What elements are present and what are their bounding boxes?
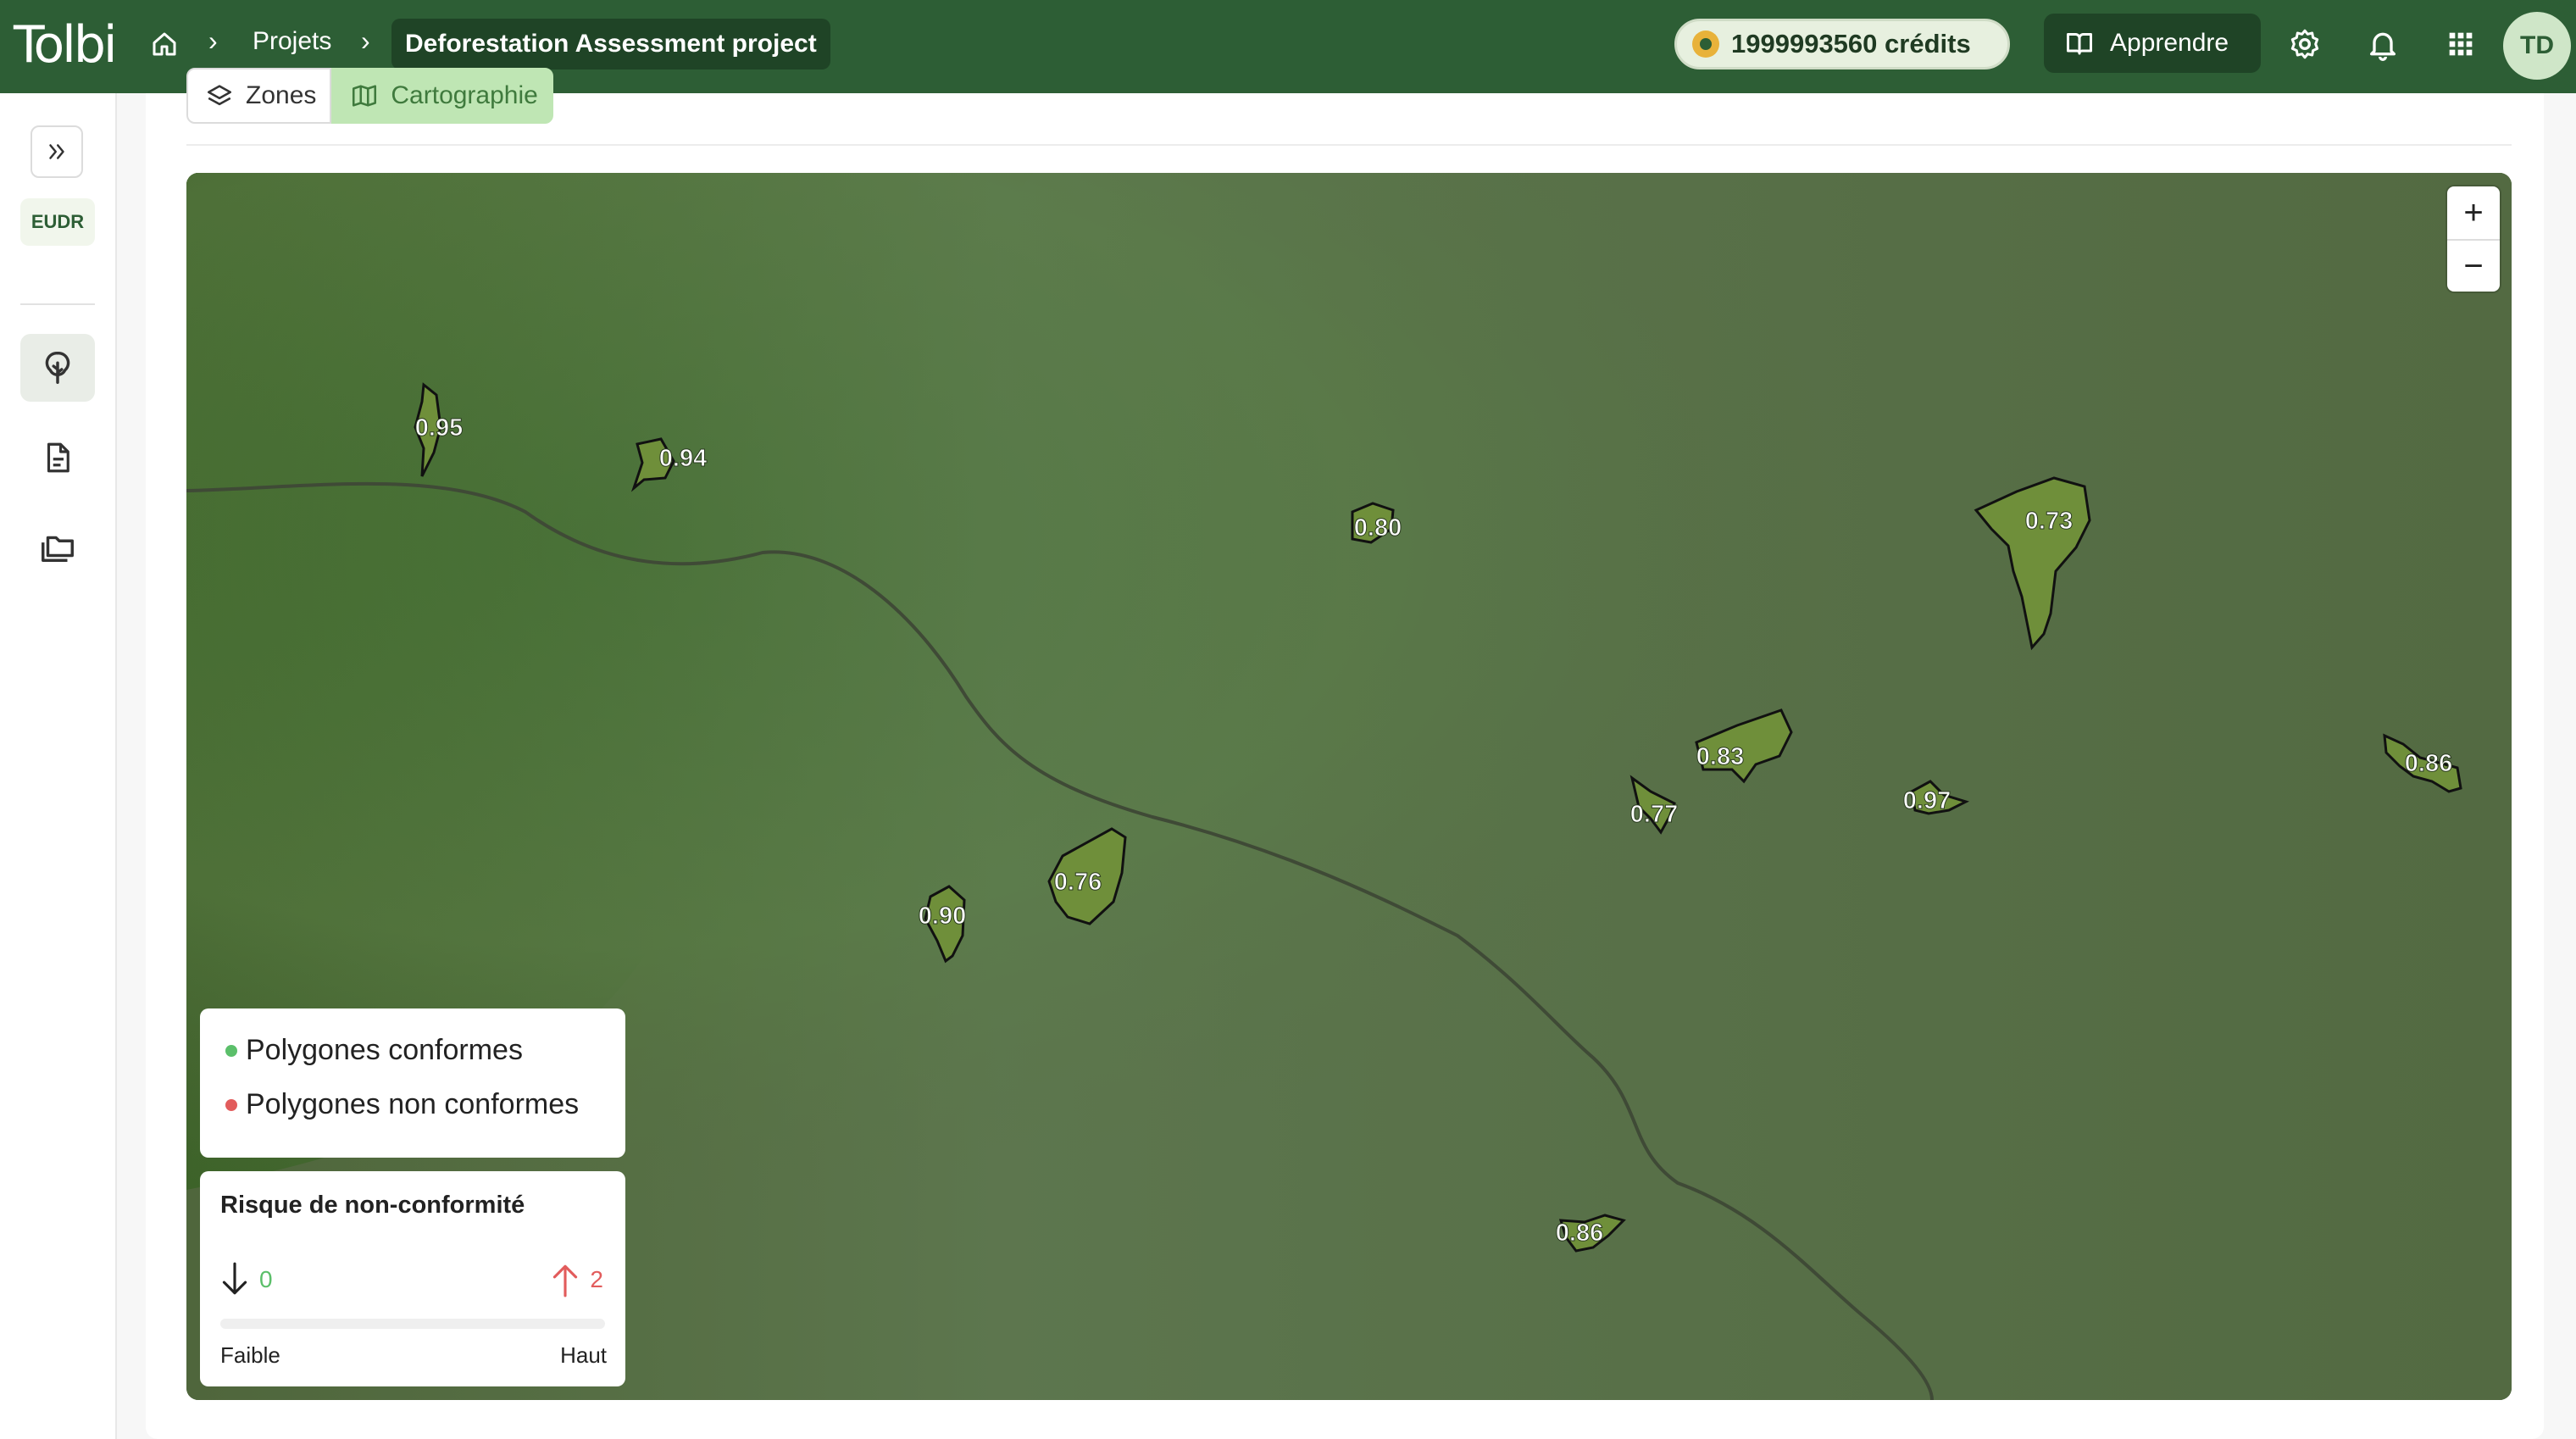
polygon-score-label: 0.77 bbox=[1630, 801, 1678, 828]
risk-low-label: Faible bbox=[220, 1342, 280, 1368]
polygon-score-label: 0.80 bbox=[1354, 514, 1402, 542]
map-legend: Polygones conformes Polygones non confor… bbox=[200, 1008, 625, 1158]
legend-item-non-conformes: Polygones non conformes bbox=[225, 1088, 579, 1121]
legend-label: Polygones conformes bbox=[246, 1034, 523, 1066]
document-icon bbox=[47, 442, 69, 473]
tree-icon bbox=[45, 352, 70, 384]
risk-scale-bar bbox=[220, 1319, 605, 1329]
sidebar-item-tree[interactable] bbox=[20, 334, 95, 402]
tab-zones[interactable]: Zones bbox=[186, 68, 332, 124]
book-open-icon bbox=[2067, 33, 2092, 55]
risk-title: Risque de non-conformité bbox=[220, 1192, 525, 1219]
legend-item-conformes: Polygones conformes bbox=[225, 1034, 523, 1067]
panel-divider bbox=[186, 144, 2512, 146]
breadcrumb-current-project[interactable]: Deforestation Assessment project bbox=[391, 19, 830, 69]
risk-high-value: 2 bbox=[590, 1266, 603, 1292]
polygon-score-label: 0.73 bbox=[2025, 508, 2073, 535]
risk-panel: Risque de non-conformité 0 2 Faible Haut bbox=[200, 1171, 625, 1386]
breadcrumb-projets[interactable]: Projets bbox=[253, 27, 331, 56]
chevron-right-icon: › bbox=[208, 25, 218, 56]
polygon-score-label: 0.90 bbox=[919, 903, 966, 930]
risk-low-value: 0 bbox=[259, 1266, 273, 1292]
chevron-right-icon: › bbox=[361, 25, 370, 56]
coin-icon bbox=[1692, 31, 1719, 58]
sidebar-divider bbox=[20, 303, 95, 305]
risk-high-indicator: 2 bbox=[549, 1261, 603, 1298]
expand-sidebar-button[interactable] bbox=[31, 125, 83, 178]
red-dot-icon bbox=[225, 1098, 237, 1111]
sidebar-item-document[interactable] bbox=[20, 424, 95, 492]
credits-text: 1999993560 crédits bbox=[1731, 29, 1971, 58]
map-icon bbox=[353, 85, 377, 107]
arrow-down-icon bbox=[222, 1262, 247, 1295]
layers-icon bbox=[207, 85, 232, 106]
bell-icon[interactable] bbox=[2366, 27, 2400, 61]
home-icon[interactable] bbox=[149, 29, 180, 59]
eudr-badge[interactable]: EUDR bbox=[20, 198, 95, 246]
sidebar-item-folders[interactable] bbox=[20, 512, 95, 580]
polygon-score-label: 0.97 bbox=[1903, 787, 1951, 814]
folders-icon bbox=[42, 536, 74, 562]
polygon-score-label: 0.94 bbox=[659, 445, 707, 472]
risk-low-indicator: 0 bbox=[219, 1261, 273, 1298]
tab-cartographie-label: Cartographie bbox=[391, 81, 538, 109]
credits-badge[interactable]: 1999993560 crédits bbox=[1674, 19, 2010, 69]
polygon-score-label: 0.86 bbox=[2405, 750, 2452, 777]
satellite-map[interactable]: 0.95 0.94 0.80 0.73 0.83 0.77 0.97 0.86 … bbox=[186, 173, 2512, 1400]
tab-zones-label: Zones bbox=[246, 81, 317, 109]
zoom-in-button[interactable]: + bbox=[2447, 186, 2500, 239]
arrow-up-icon bbox=[553, 1264, 578, 1297]
polygon-score-label: 0.83 bbox=[1696, 743, 1744, 770]
risk-high-label: Haut bbox=[560, 1342, 607, 1368]
sidebar: EUDR bbox=[0, 93, 117, 1439]
gear-icon[interactable] bbox=[2288, 27, 2322, 61]
zoom-out-button[interactable]: − bbox=[2447, 239, 2500, 292]
polygon-score-label: 0.86 bbox=[1556, 1220, 1603, 1247]
zoom-control: + − bbox=[2447, 186, 2500, 292]
chevrons-right-icon bbox=[49, 144, 64, 159]
polygon-score-label: 0.76 bbox=[1054, 869, 1102, 896]
green-dot-icon bbox=[225, 1044, 237, 1057]
polygon-score-label: 0.95 bbox=[415, 414, 463, 442]
apps-grid-icon[interactable] bbox=[2444, 27, 2478, 61]
legend-label: Polygones non conformes bbox=[246, 1088, 580, 1120]
avatar[interactable]: TD bbox=[2503, 12, 2571, 80]
app-logo[interactable]: Tolbi bbox=[14, 15, 118, 75]
learn-button[interactable]: Apprendre bbox=[2044, 14, 2261, 73]
tab-cartographie[interactable]: Cartographie bbox=[331, 68, 553, 124]
learn-label: Apprendre bbox=[2110, 29, 2229, 57]
view-tabs: Zones Cartographie bbox=[186, 68, 553, 124]
